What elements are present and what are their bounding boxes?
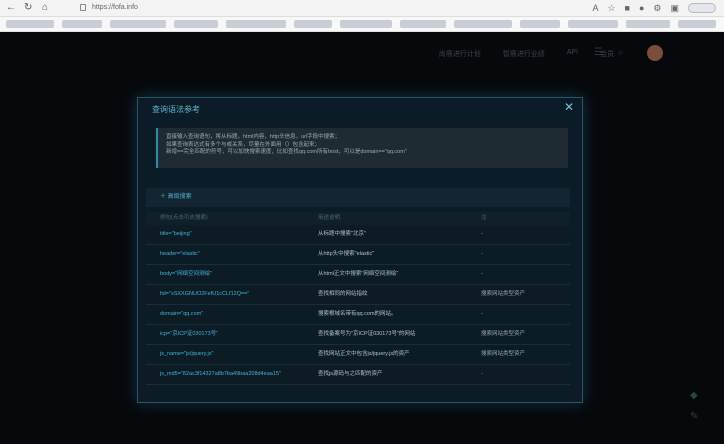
floating-tools: ◆ ✎ (690, 390, 698, 422)
hint-line: 直接输入查询语句，将从标题，html内容，http头信息，url字段中搜索； (166, 134, 341, 140)
query-example-link[interactable]: js_md5="82ac3f14327a8b7ba49baa208d4eaa15… (160, 365, 281, 384)
url-text: https://fofa.info (92, 4, 138, 11)
edit-icon[interactable]: ✎ (690, 411, 698, 422)
bookmark-item[interactable] (568, 20, 618, 28)
hint-line: 如果查询表达式有多个与或关系，尽量在外面用（）包含起来； (166, 141, 321, 148)
table-row: header="elastic" 从http头中搜索"elastic" - (146, 245, 570, 265)
query-description: 查找相同的网站指纹 (318, 291, 368, 297)
query-example-link[interactable]: fid="sSXXGNUO2FefU1cCLf12Q==" (160, 285, 249, 304)
modal-title: 查询语法参考 (152, 105, 200, 114)
hint-line: 新增==完全匹配的符号，可以加快搜索速度，比如查找qq.com所有host，可以… (166, 149, 407, 155)
query-note: 搜索网站类型资产 (481, 291, 526, 297)
table-row: body="网络空间测绘" 从html正文中搜索"网络空间测绘" - (146, 265, 570, 285)
browser-toolbar: ← ↻ ⌂ https://fofa.info A ☆ ■ ● ⚙ ▣ (0, 0, 724, 17)
query-note: - (481, 231, 483, 237)
syntax-reference-modal: 查询语法参考 ✕ 直接输入查询语句，将从标题，html内容，http头信息，ur… (137, 97, 583, 403)
bookmark-item[interactable] (6, 20, 54, 28)
column-header-example: 例句(点击可去搜索) (160, 215, 208, 221)
bookmark-item[interactable] (678, 20, 716, 28)
query-example-link[interactable]: domain="qq.com" (160, 305, 203, 324)
avatar[interactable] (647, 45, 663, 61)
collections-icon[interactable]: ▣ (670, 3, 679, 14)
extension-icon-2[interactable]: ● (639, 3, 644, 13)
back-icon[interactable]: ← (6, 2, 16, 14)
query-description: 查找备案号为"京ICP证030173号"的网站 (318, 331, 416, 337)
query-example-link[interactable]: title="beijing" (160, 225, 192, 244)
table-row: domain="qq.com" 搜索根域名带有qq.com的网站。 - (146, 305, 570, 325)
table-row: title="beijing" 从标题中搜索"北京" - (146, 225, 570, 245)
bookmarks-bar (0, 17, 724, 32)
bookmark-item[interactable] (62, 20, 102, 28)
search-icon[interactable]: ⌕ (618, 47, 624, 58)
table-header: 例句(点击可去搜索) 用途说明 注 (146, 212, 570, 225)
table-row: fid="sSXXGNUO2FefU1cCLf12Q==" 查找相同的网站指纹 … (146, 285, 570, 305)
extension-icon[interactable]: ■ (625, 3, 630, 13)
bookmark-item[interactable] (400, 20, 446, 28)
bookmark-item[interactable] (340, 20, 392, 28)
query-description: 从http头中搜索"elastic" (318, 251, 375, 257)
query-note: - (481, 251, 483, 257)
table-row: js_name="js/jquery.js" 查找网站正文中包含js/jquer… (146, 345, 570, 365)
profile-button[interactable] (688, 3, 716, 13)
settings-icon[interactable]: ⚙ (653, 3, 661, 14)
nav-link[interactable]: 暂需进行业绩 (503, 49, 545, 59)
site-nav: 尚需进行计划 暂需进行业绩 API 会员 (439, 49, 614, 59)
address-bar[interactable]: https://fofa.info (78, 2, 578, 14)
home-icon[interactable]: ⌂ (42, 2, 48, 14)
favorite-icon[interactable]: ☆ (607, 3, 615, 14)
close-icon[interactable]: ✕ (564, 100, 574, 114)
bookmark-item[interactable] (110, 20, 166, 28)
lock-icon (80, 4, 86, 11)
query-example-link[interactable]: icp="京ICP证030173号" (160, 325, 218, 344)
query-description: 查找js源码与之匹配的资产 (318, 371, 383, 377)
query-example-link[interactable]: body="网络空间测绘" (160, 265, 212, 284)
site-header (0, 32, 724, 82)
query-description: 从标题中搜索"北京" (318, 231, 366, 237)
query-description: 查找网站正文中包含js/jquery.js的资产 (318, 351, 410, 357)
bookmark-item[interactable] (294, 20, 332, 28)
query-note: - (481, 271, 483, 277)
nav-link[interactable]: 尚需进行计划 (439, 49, 481, 59)
advanced-search-toggle[interactable]: ＋ 高级搜索 (146, 188, 570, 207)
bookmark-item[interactable] (174, 20, 218, 28)
query-description: 从html正文中搜索"网络空间测绘" (318, 271, 399, 277)
read-aloud-icon[interactable]: A (592, 3, 598, 13)
query-note: - (481, 311, 483, 317)
feedback-icon[interactable]: ◆ (690, 390, 698, 401)
bookmark-item[interactable] (226, 20, 286, 28)
query-note: 搜索网站类型资产 (481, 351, 526, 357)
browser-actions: A ☆ ■ ● ⚙ ▣ (592, 2, 716, 14)
refresh-icon[interactable]: ↻ (24, 2, 32, 14)
column-header-purpose: 用途说明 (318, 215, 341, 221)
query-note: 搜索网站类型资产 (481, 331, 526, 337)
table-row: icp="京ICP证030173号" 查找备案号为"京ICP证030173号"的… (146, 325, 570, 345)
column-header-note: 注 (481, 215, 487, 221)
query-example-link[interactable]: js_name="js/jquery.js" (160, 345, 213, 364)
query-note: - (481, 371, 483, 377)
menu-icon[interactable]: ☰ (594, 47, 603, 58)
nav-link-api[interactable]: API (567, 49, 578, 59)
query-description: 搜索根域名带有qq.com的网站。 (318, 311, 397, 317)
table-row: js_md5="82ac3f14327a8b7ba49baa208d4eaa15… (146, 365, 570, 385)
bookmark-item[interactable] (520, 20, 560, 28)
syntax-hint-box: 直接输入查询语句，将从标题，html内容，http头信息，url字段中搜索； 如… (156, 128, 568, 168)
bookmark-item[interactable] (454, 20, 512, 28)
query-example-link[interactable]: header="elastic" (160, 245, 200, 264)
bookmark-item[interactable] (626, 20, 670, 28)
